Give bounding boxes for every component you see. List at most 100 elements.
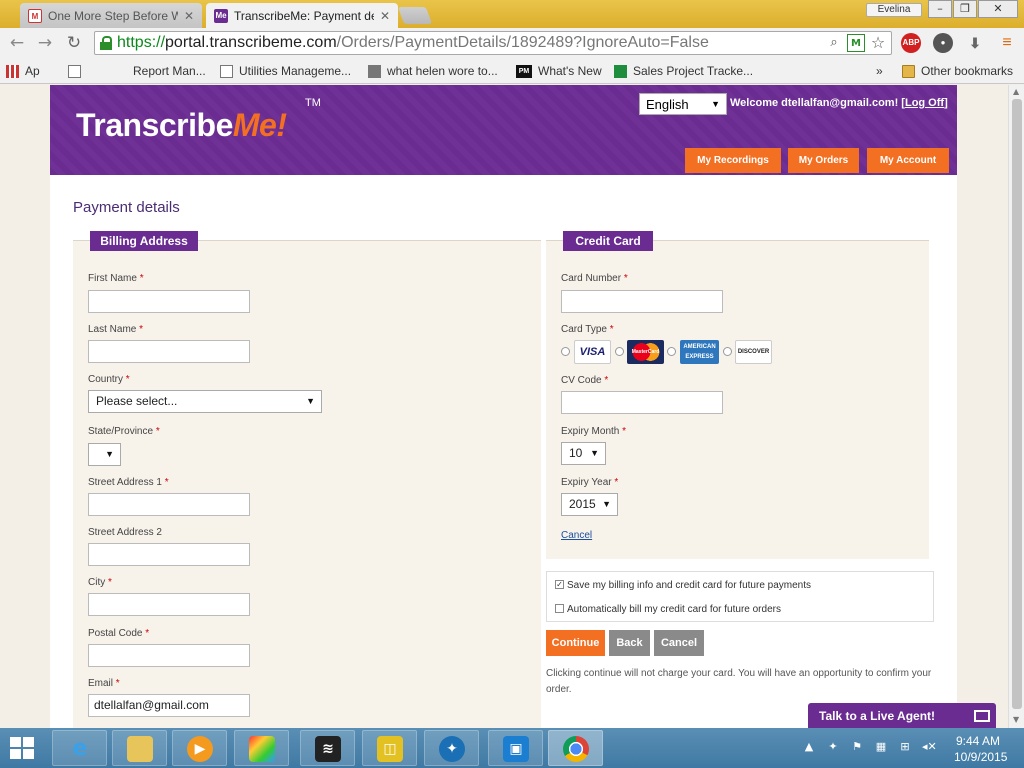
chevron-down-icon: ▼ — [306, 396, 315, 406]
bookmark-utilities[interactable]: Utilities Manageme... — [220, 63, 351, 79]
logoff-link[interactable]: Log Off — [905, 97, 944, 109]
credit-card-header: Credit Card — [563, 231, 653, 251]
windows-tray-icon[interactable]: ⊞ — [898, 740, 912, 754]
close-window-icon[interactable]: ✕ — [978, 0, 1018, 18]
minimize-icon[interactable]: – — [928, 0, 952, 18]
required-mark: * — [108, 577, 112, 588]
postal-code-field[interactable] — [88, 644, 250, 667]
discover-logo: DISCOVER — [735, 340, 772, 364]
auto-bill-checkbox[interactable] — [555, 604, 564, 613]
cancel-link[interactable]: Cancel — [561, 530, 592, 541]
dropbox-tray-icon[interactable]: ✦ — [826, 740, 840, 754]
transcribeme-logo[interactable]: TranscribeMe! — [76, 107, 287, 144]
card-number-field[interactable] — [561, 290, 723, 313]
cv-code-field[interactable] — [561, 391, 723, 414]
maze-icon: ◫ — [377, 736, 403, 762]
translate-shield-icon[interactable]: M — [847, 34, 865, 52]
street2-label: Street Address 2 — [88, 527, 162, 538]
nav-my-orders[interactable]: My Orders — [788, 148, 859, 173]
required-mark: * — [622, 426, 627, 437]
language-select[interactable]: English ▼ — [639, 93, 727, 115]
taskbar-audio[interactable]: ≋ — [300, 730, 355, 766]
expiry-year-label: Expiry Year * — [561, 477, 618, 488]
taskbar-explorer[interactable] — [112, 730, 167, 766]
city-field[interactable] — [88, 593, 250, 616]
street-address-2-field[interactable] — [88, 543, 250, 566]
volume-muted-icon[interactable]: ◂✕ — [922, 740, 937, 754]
taskbar-app4[interactable] — [234, 730, 289, 766]
other-bookmarks[interactable]: Other bookmarks — [902, 63, 1013, 79]
taskbar-media[interactable]: ▶ — [172, 730, 227, 766]
taskbar-chrome[interactable] — [548, 730, 603, 766]
cancel-button[interactable]: Cancel — [654, 630, 704, 656]
chat-window-icon — [974, 710, 990, 722]
search-icon[interactable]: ⌕ — [825, 34, 843, 52]
country-select[interactable]: Please select... ▼ — [88, 390, 322, 413]
adblock-icon[interactable]: ABP — [901, 33, 921, 53]
label-text: Expiry Year — [561, 477, 612, 488]
welcome-text: Welcome dtellalfan@gmail.com! [Log Off] — [730, 97, 948, 109]
card-type-visa-radio[interactable] — [561, 347, 570, 356]
live-agent-button[interactable]: Talk to a Live Agent! — [808, 703, 996, 728]
flag-icon[interactable]: ⚑ — [850, 740, 864, 754]
vertical-scrollbar[interactable]: ▲ ▼ — [1008, 85, 1024, 728]
card-number-label: Card Number * — [561, 273, 628, 284]
tab-transcribeme[interactable]: Me TranscribeMe: Payment de ✕ — [206, 3, 398, 28]
bookmark-helen[interactable]: what helen wore to... — [368, 63, 498, 79]
first-name-field[interactable] — [88, 290, 250, 313]
start-button[interactable] — [10, 737, 36, 759]
bookmark-label: what helen wore to... — [387, 64, 498, 78]
close-icon[interactable]: ✕ — [380, 9, 390, 23]
last-name-field[interactable] — [88, 340, 250, 363]
bookmark-sales-tracker[interactable]: Sales Project Tracke... — [614, 63, 753, 79]
tab-gmail[interactable]: M One More Step Before We ✕ — [20, 3, 202, 28]
card-type-mastercard-radio[interactable] — [615, 347, 624, 356]
label-text: Card Number — [561, 273, 622, 284]
card-type-amex-radio[interactable] — [667, 347, 676, 356]
address-bar[interactable]: https://portal.transcribeme.com/Orders/P… — [94, 31, 892, 55]
menu-icon[interactable]: ≡ — [997, 33, 1017, 53]
cv-code-label: CV Code * — [561, 375, 608, 386]
label-text: City — [88, 577, 106, 588]
state-select[interactable]: ▼ — [88, 443, 121, 466]
reload-icon[interactable]: ↻ — [63, 32, 85, 54]
expiry-year-select[interactable]: 2015 ▼ — [561, 493, 618, 516]
scroll-thumb[interactable] — [1012, 99, 1022, 709]
street1-label: Street Address 1 * — [88, 477, 169, 488]
bookmark-report-man[interactable]: Report Man... — [68, 63, 206, 79]
bookmark-apps[interactable]: Ap — [6, 63, 40, 79]
film-reel-icon[interactable]: ● — [933, 33, 953, 53]
required-mark: * — [609, 324, 614, 335]
download-icon[interactable]: ⬇ — [965, 33, 985, 53]
nav-my-account[interactable]: My Account — [867, 148, 949, 173]
email-field[interactable]: dtellalfan@gmail.com — [88, 694, 250, 717]
profile-button[interactable]: Evelina — [866, 3, 922, 17]
taskbar-app6[interactable]: ◫ — [362, 730, 417, 766]
close-icon[interactable]: ✕ — [184, 9, 194, 23]
taskbar-ie[interactable]: e — [52, 730, 107, 766]
bookmarks-overflow[interactable]: » — [876, 63, 883, 79]
taskbar-app7[interactable]: ✦ — [424, 730, 479, 766]
network-tray-icon[interactable]: ▦ — [874, 740, 888, 754]
continue-button[interactable]: Continue — [546, 630, 605, 656]
street-address-1-field[interactable] — [88, 493, 250, 516]
scroll-down-icon[interactable]: ▼ — [1013, 715, 1019, 724]
bookmark-whats-new[interactable]: PM What's New — [516, 63, 602, 79]
star-icon[interactable]: ☆ — [869, 34, 887, 52]
tray-expand-icon[interactable]: ▲ — [802, 740, 816, 754]
back-button[interactable]: Back — [609, 630, 650, 656]
nav-my-recordings[interactable]: My Recordings — [685, 148, 781, 173]
new-tab-button[interactable] — [397, 7, 433, 24]
label-text: Postal Code — [88, 628, 143, 639]
expiry-month-select[interactable]: 10 ▼ — [561, 442, 606, 465]
card-type-discover-radio[interactable] — [723, 347, 732, 356]
clock-time[interactable]: 9:44 AM — [956, 734, 1000, 748]
clock-date[interactable]: 10/9/2015 — [954, 750, 1007, 764]
maximize-icon[interactable]: ❐ — [953, 0, 977, 18]
scroll-up-icon[interactable]: ▲ — [1013, 87, 1019, 96]
forward-arrow-icon[interactable]: → — [34, 32, 56, 54]
save-billing-checkbox[interactable]: ✓ — [555, 580, 564, 589]
taskbar-app8[interactable]: ▣ — [488, 730, 543, 766]
label-text: State/Province — [88, 426, 154, 437]
back-arrow-icon[interactable]: ← — [6, 32, 28, 54]
